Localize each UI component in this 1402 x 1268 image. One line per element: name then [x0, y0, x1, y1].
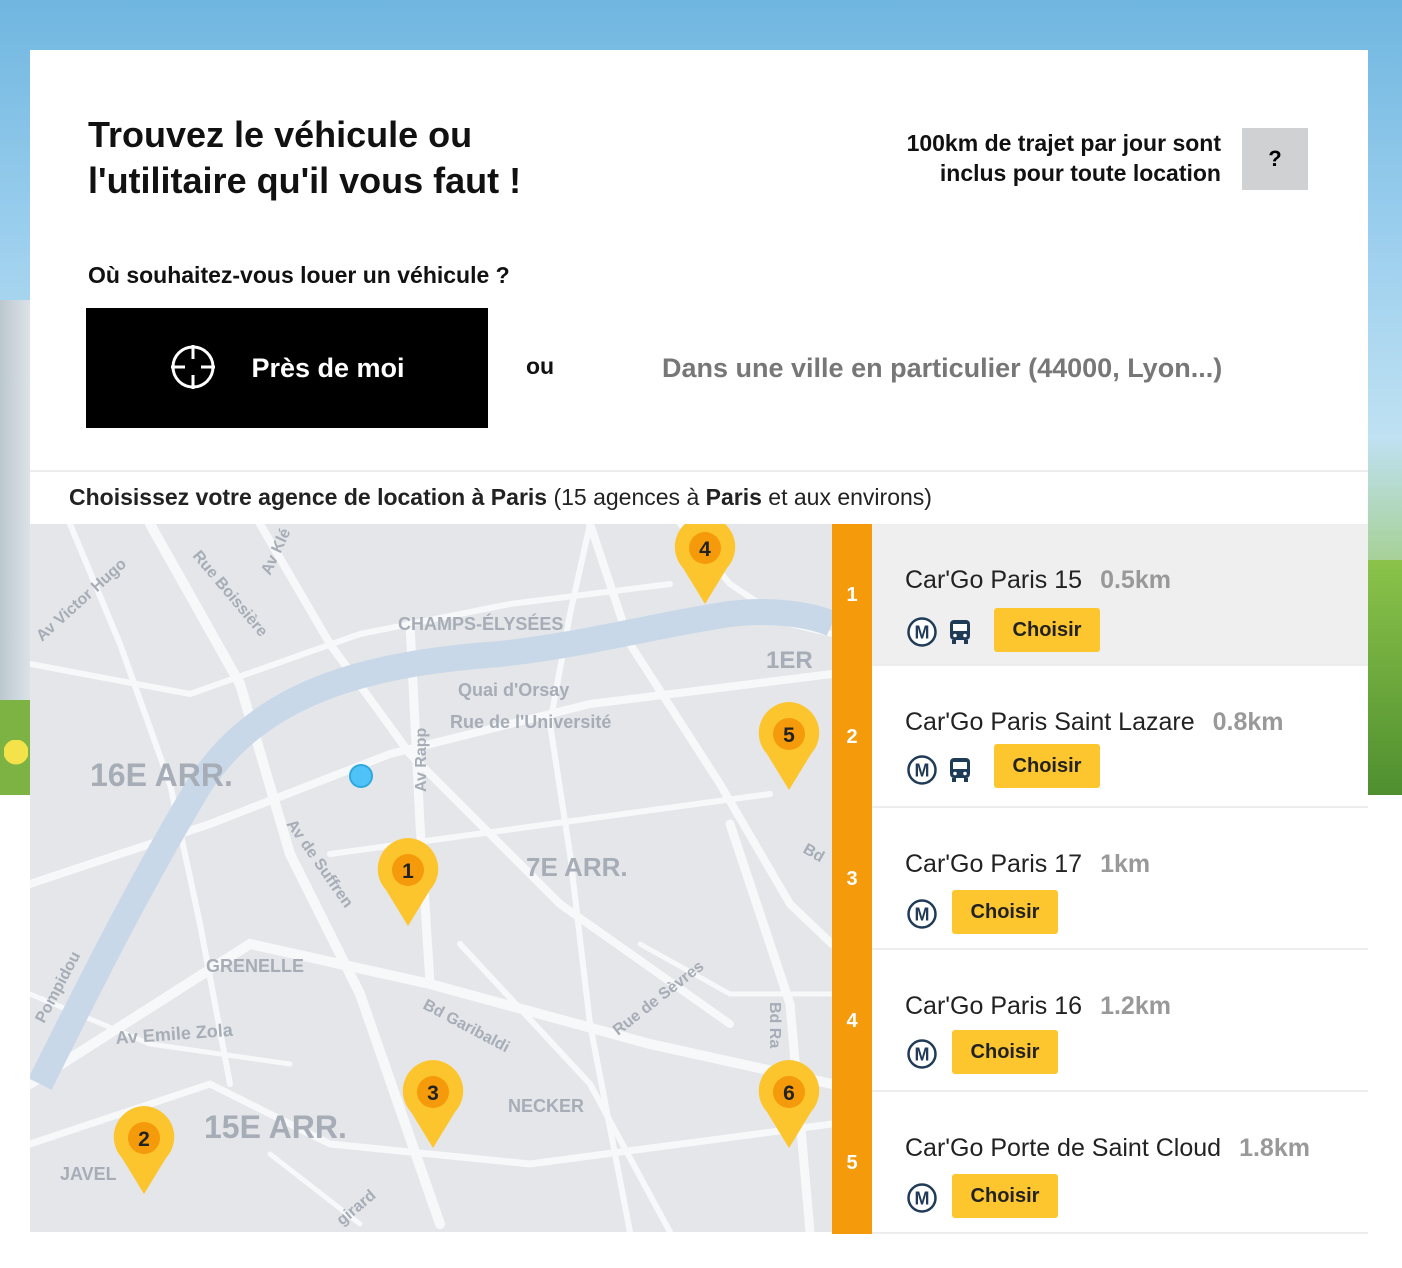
agency-distance: 0.5km [1100, 566, 1171, 594]
map-pin-4[interactable]: 4 [674, 524, 736, 604]
near-me-label: Près de moi [251, 352, 405, 383]
agency-name: Car'Go Porte de Saint Cloud [905, 1134, 1222, 1162]
label-av-rapp: Av Rapp [413, 727, 430, 792]
help-button[interactable]: ? [1242, 128, 1308, 190]
agency-number: 3 [832, 808, 872, 950]
svg-text:5: 5 [783, 724, 795, 747]
label-7e-arr: 7E ARR. [526, 852, 628, 882]
label-bd-ra: Bd Ra [766, 1002, 783, 1048]
agency-item-3[interactable]: 3 Car'Go Paris 17 1km M Choisir [832, 808, 1368, 950]
search-panel: Trouvez le véhicule ou l'utilitaire qu'il… [30, 50, 1368, 470]
label-champs-elysees: CHAMPS-ÉLYSÉES [398, 613, 563, 634]
map-pin-5[interactable]: 5 [758, 702, 820, 790]
agency-name: Car'Go Paris 15 [905, 566, 1083, 594]
km-included-note: 100km de trajet par jour sont inclus pour… [906, 130, 1221, 186]
agency-distance: 0.8km [1212, 708, 1284, 736]
city-search-input[interactable] [652, 340, 1302, 396]
agency-distance: 1.8km [1239, 1134, 1310, 1162]
near-me-button[interactable]: Près de moi [86, 308, 488, 428]
results-header: Choisissez votre agence de location à Pa… [30, 470, 1368, 526]
label-grenelle: GRENELLE [206, 956, 304, 976]
or-separator: ou [526, 353, 555, 379]
svg-text:M: M [915, 761, 930, 781]
results-title: Choisissez votre agence de location à Pa… [69, 484, 548, 510]
metro-icon: M [906, 1182, 938, 1219]
location-question: Où souhaitez-vous louer un véhicule ? [88, 262, 510, 288]
metro-icon: M [906, 616, 938, 653]
agency-name: Car'Go Paris 16 [905, 992, 1083, 1020]
agency-item-2[interactable]: 2 Car'Go Paris Saint Lazare 0.8km M Chois… [832, 666, 1368, 808]
label-15e-arr: 15E ARR. [204, 1109, 347, 1145]
choose-button[interactable]: Choisir [952, 1174, 1058, 1218]
svg-text:M: M [915, 623, 930, 643]
choose-button[interactable]: Choisir [952, 890, 1058, 934]
agency-item-4[interactable]: 4 Car'Go Paris 16 1.2km M Choisir [832, 950, 1368, 1092]
choose-button[interactable]: Choisir [952, 1030, 1058, 1074]
label-necker: NECKER [508, 1096, 584, 1116]
svg-text:2: 2 [138, 1128, 150, 1151]
svg-text:1: 1 [402, 860, 414, 883]
agency-map[interactable]: Av Victor Hugo Rue Boissière Av Klé CHAM… [30, 524, 832, 1232]
agency-distance: 1.2km [1100, 992, 1171, 1020]
results-count-open: (15 agences à [553, 484, 700, 510]
results-count-close: et aux environs) [768, 484, 932, 510]
current-location-dot [349, 764, 373, 788]
label-rue-boissiere: Rue Boissière [189, 548, 271, 641]
svg-text:M: M [915, 1045, 930, 1065]
agency-name: Car'Go Paris Saint Lazare [905, 708, 1195, 736]
label-rue-universite: Rue de l'Université [450, 712, 611, 732]
choose-button[interactable]: Choisir [994, 608, 1100, 652]
label-16e-arr: 16E ARR. [90, 757, 233, 793]
svg-text:4: 4 [699, 538, 711, 561]
metro-icon: M [906, 1038, 938, 1075]
agency-list: 1 Car'Go Paris 15 0.5km M Choisir 2 Car'G… [832, 524, 1368, 1234]
bus-icon [948, 618, 972, 651]
results-city: Paris [705, 484, 762, 510]
label-quai-orsay: Quai d'Orsay [458, 680, 569, 700]
label-javel: JAVEL [60, 1164, 117, 1184]
metro-icon: M [906, 754, 938, 791]
metro-icon: M [906, 898, 938, 935]
crosshair-icon [169, 343, 217, 394]
svg-text:6: 6 [783, 1082, 795, 1105]
page-title: Trouvez le véhicule ou l'utilitaire qu'il… [88, 114, 522, 201]
label-1er: 1ER [766, 647, 813, 674]
agency-number: 4 [832, 950, 872, 1092]
map-pin-2[interactable]: 2 [113, 1106, 175, 1194]
svg-text:M: M [915, 905, 930, 925]
agency-number: 2 [832, 666, 872, 808]
agency-number: 1 [832, 524, 872, 666]
agency-item-5[interactable]: 5 Car'Go Porte de Saint Cloud 1.8km M Cho… [832, 1092, 1368, 1234]
agency-item-1[interactable]: 1 Car'Go Paris 15 0.5km M Choisir [832, 524, 1368, 666]
agency-number: 5 [832, 1092, 872, 1234]
agency-name: Car'Go Paris 17 [905, 850, 1083, 878]
agency-distance: 1km [1100, 850, 1151, 878]
bus-icon [948, 756, 972, 789]
svg-text:3: 3 [427, 1082, 439, 1105]
choose-button[interactable]: Choisir [994, 744, 1100, 788]
label-bd: Bd [800, 841, 827, 866]
svg-text:M: M [915, 1189, 930, 1209]
